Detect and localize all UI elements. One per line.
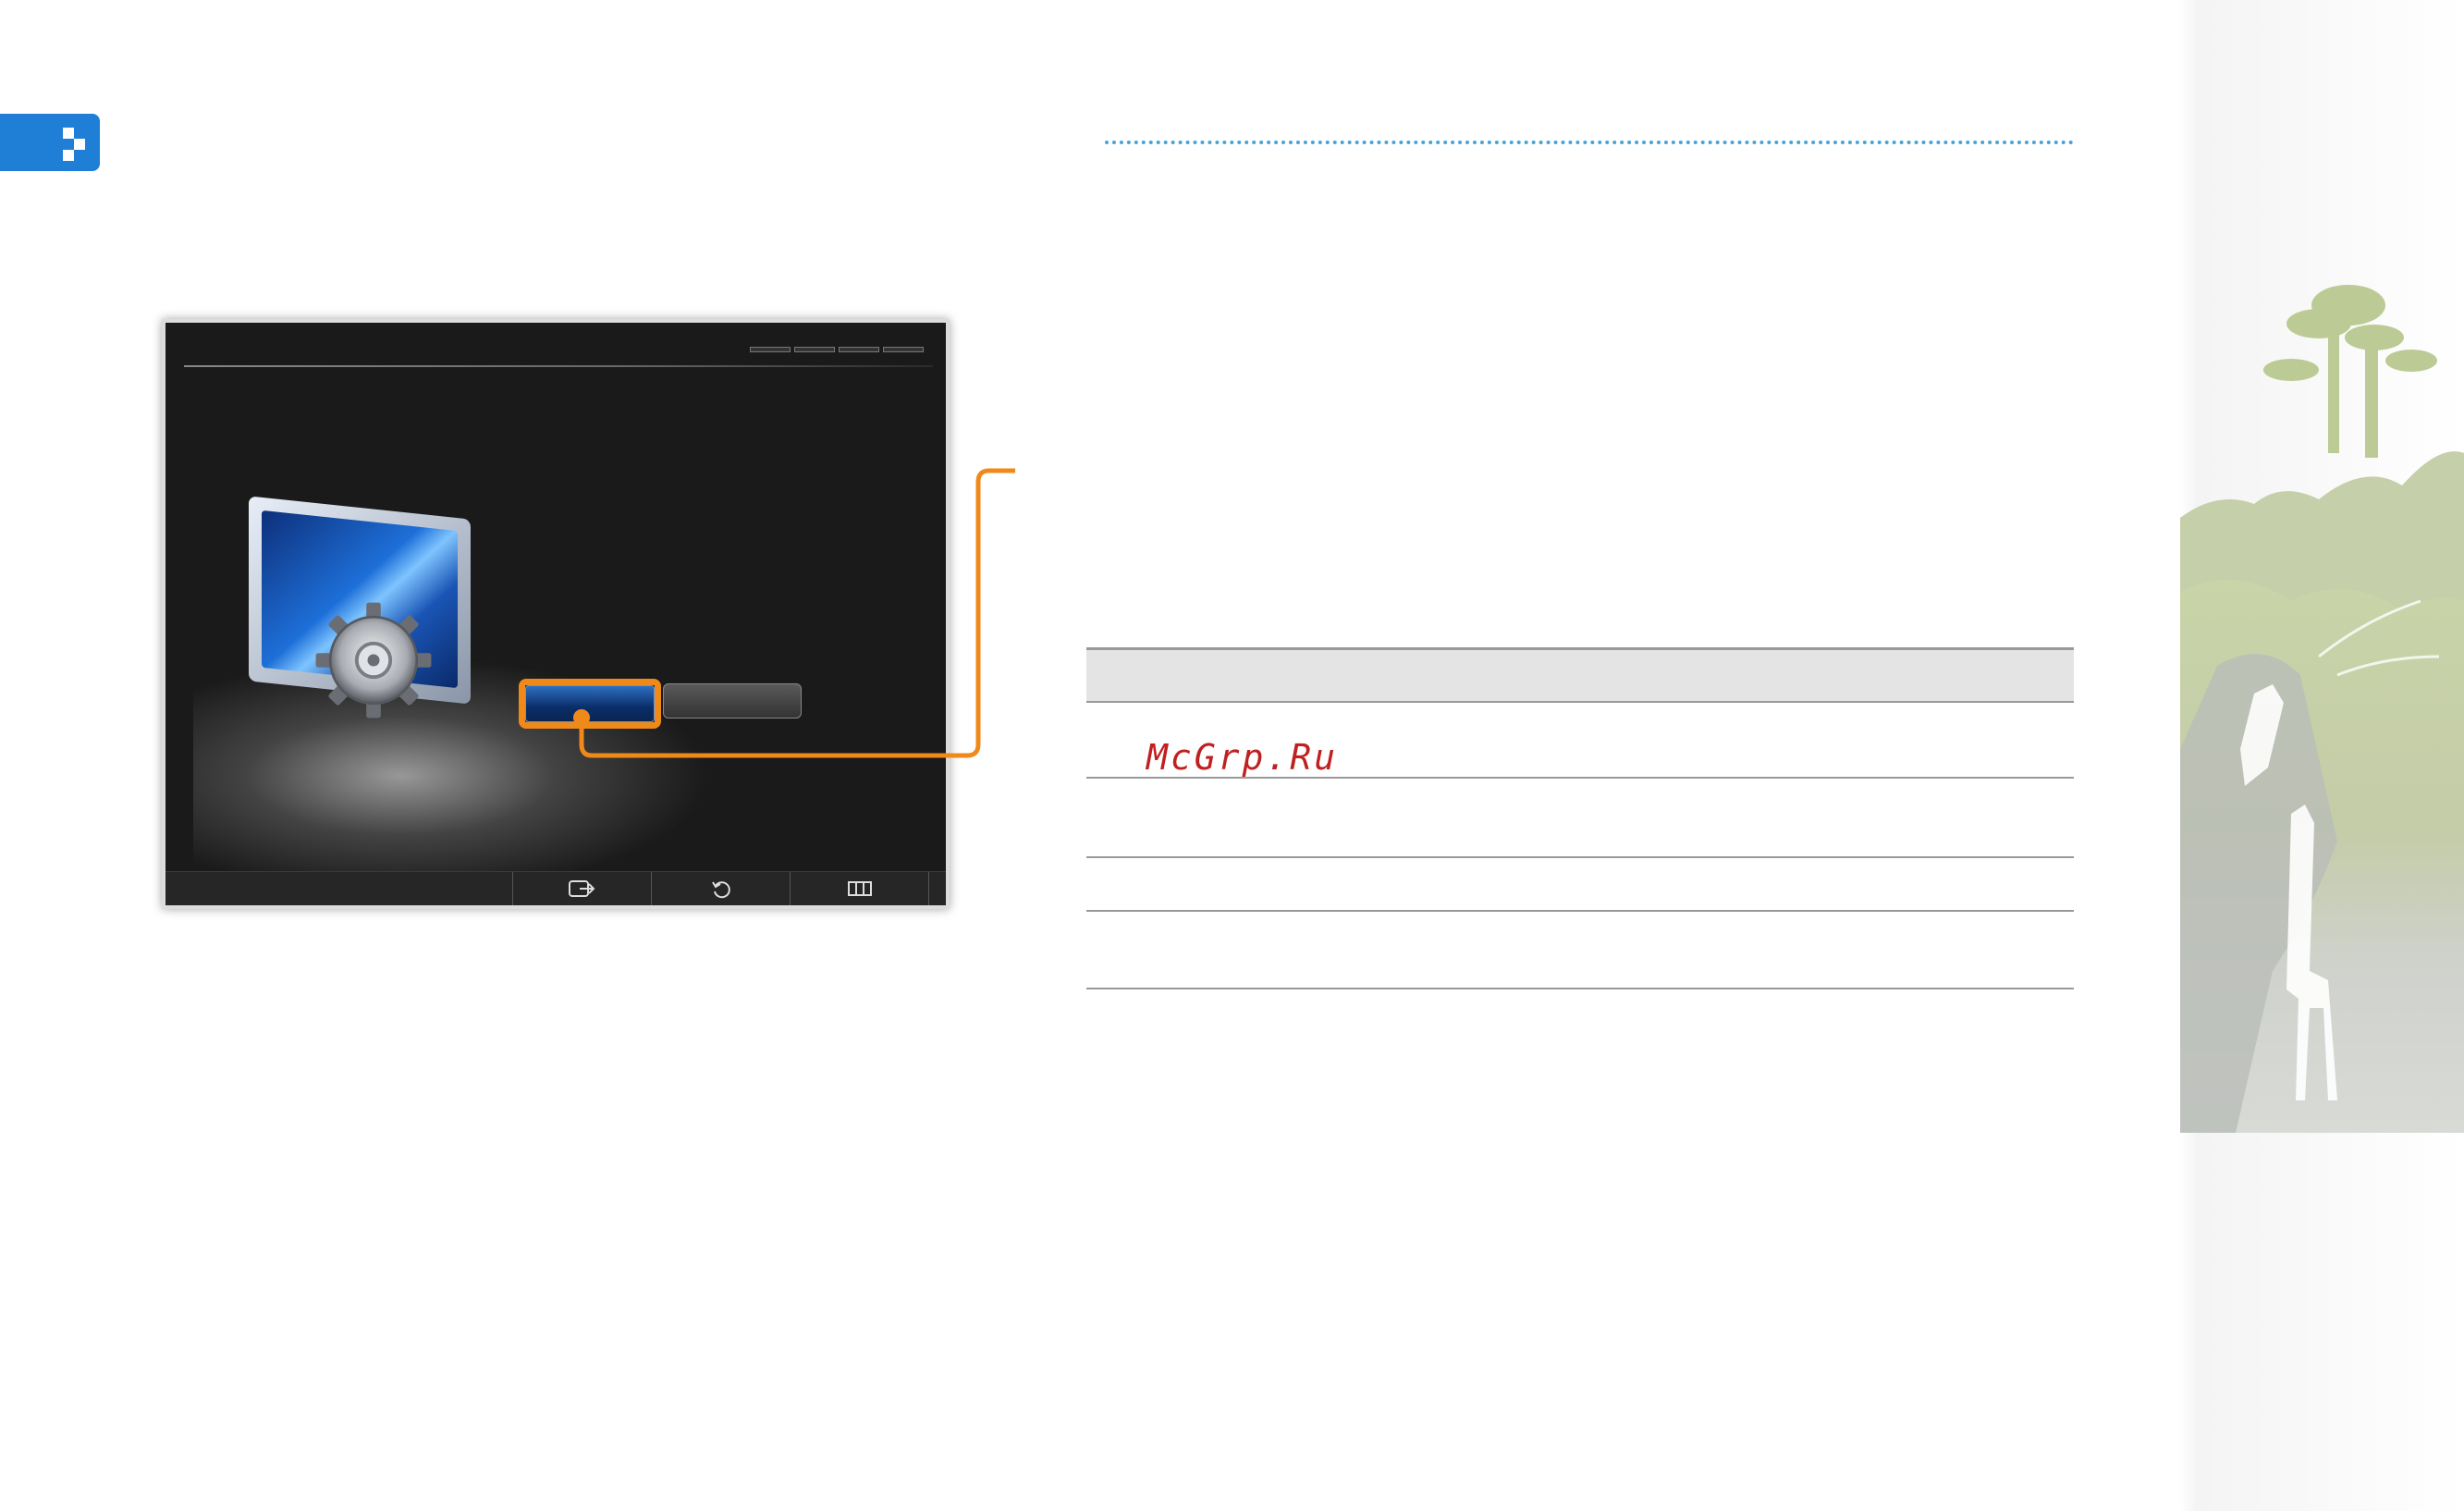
- table-row: [1086, 779, 2074, 858]
- gear-icon: [315, 602, 432, 719]
- description-table: [1086, 647, 2074, 989]
- table-row: [1086, 912, 2074, 989]
- bar-divider: [928, 872, 938, 905]
- menu-button[interactable]: [790, 872, 929, 905]
- menu-grid-icon: [848, 881, 872, 896]
- callout-leader-line: [573, 468, 1015, 758]
- title-divider: [184, 365, 933, 367]
- table-row: [1086, 858, 2074, 912]
- watermark-text: McGrp.Ru: [1146, 737, 1339, 778]
- return-icon: [712, 881, 730, 899]
- heading-dotted-rule: [1105, 141, 2074, 144]
- return-button[interactable]: [651, 872, 791, 905]
- bottom-control-bar: [165, 871, 946, 905]
- table-header-row: [1086, 647, 2074, 703]
- enter-icon: [569, 880, 595, 897]
- enter-button[interactable]: [512, 872, 652, 905]
- section-tab-marker: [0, 114, 100, 171]
- status-bars: [750, 347, 924, 352]
- nature-illustration: [2180, 285, 2464, 1133]
